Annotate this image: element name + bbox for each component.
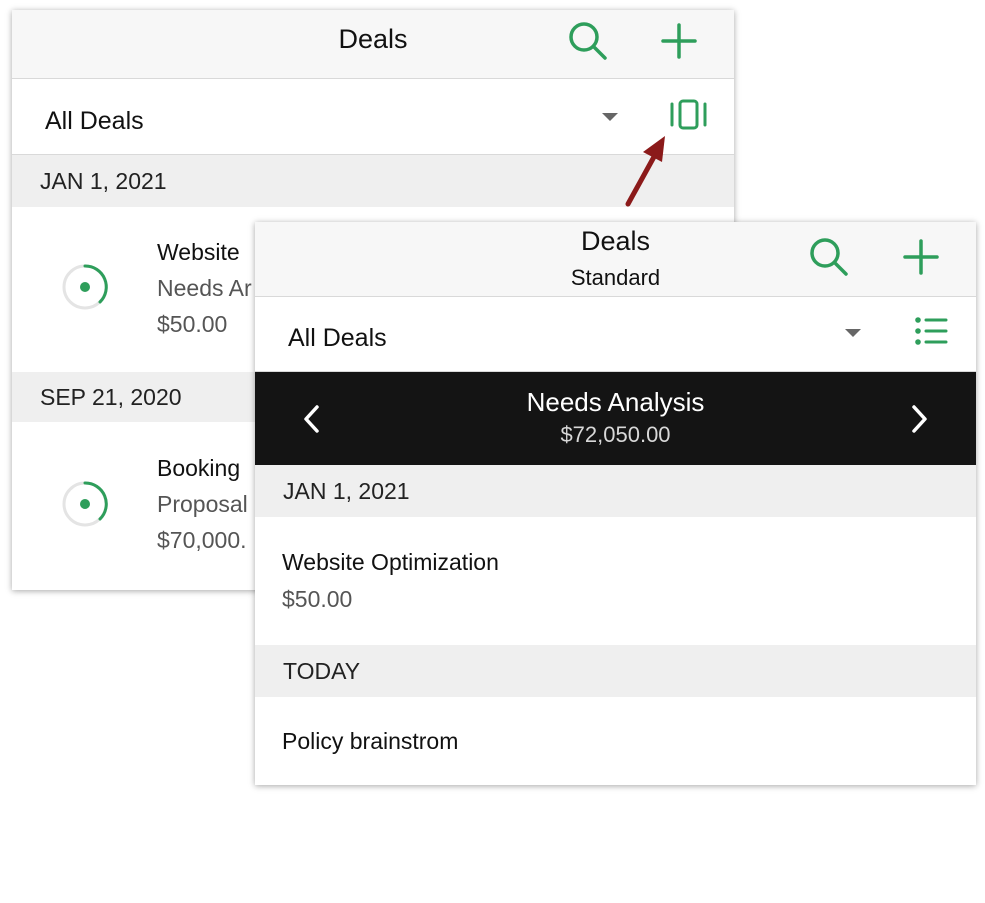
deal-name: Website Optimization <box>282 549 499 575</box>
nav-bar: Deals Standard <box>255 222 976 297</box>
deal-amount: $70,000. <box>157 527 247 553</box>
filter-label[interactable]: All Deals <box>288 324 387 353</box>
deal-amount: $50.00 <box>282 586 353 612</box>
search-icon[interactable] <box>806 234 852 280</box>
list-view-icon[interactable] <box>911 311 951 351</box>
section-header: TODAY <box>255 645 976 697</box>
deal-stage: Needs Ar <box>157 275 252 301</box>
list-item[interactable]: Website Optimization $50.00 <box>255 517 976 645</box>
page-title: Deals <box>338 24 408 54</box>
stage-name: Needs Analysis <box>526 387 705 417</box>
deal-name: Website <box>157 239 240 265</box>
layout-subtitle[interactable]: Standard <box>255 265 976 291</box>
filter-label[interactable]: All Deals <box>45 107 144 136</box>
deal-name: Booking <box>157 455 241 481</box>
progress-ring-icon <box>60 262 110 312</box>
deal-stage: Proposal <box>157 491 248 517</box>
list-item[interactable]: Policy brainstrom <box>255 697 976 785</box>
deal-amount: $50.00 <box>157 311 228 337</box>
chevron-right-icon[interactable] <box>904 402 934 436</box>
filter-bar[interactable]: All Deals <box>255 297 976 372</box>
plus-icon[interactable] <box>898 234 944 280</box>
chevron-down-icon[interactable] <box>602 113 618 121</box>
progress-ring-icon <box>60 479 110 529</box>
stage-total: $72,050.00 <box>560 422 671 447</box>
deal-name: Policy brainstrom <box>282 728 459 754</box>
search-icon[interactable] <box>565 18 611 64</box>
annotation-arrow-icon <box>615 130 675 210</box>
plus-icon[interactable] <box>656 18 702 64</box>
stage-header: Needs Analysis $72,050.00 <box>255 372 976 465</box>
chevron-down-icon[interactable] <box>845 329 861 337</box>
nav-bar: Deals <box>12 10 734 79</box>
deals-kanban-screen: Deals Standard All Deals Needs Analysis … <box>255 222 976 785</box>
section-header: JAN 1, 2021 <box>255 465 976 517</box>
page-title: Deals <box>580 226 651 256</box>
